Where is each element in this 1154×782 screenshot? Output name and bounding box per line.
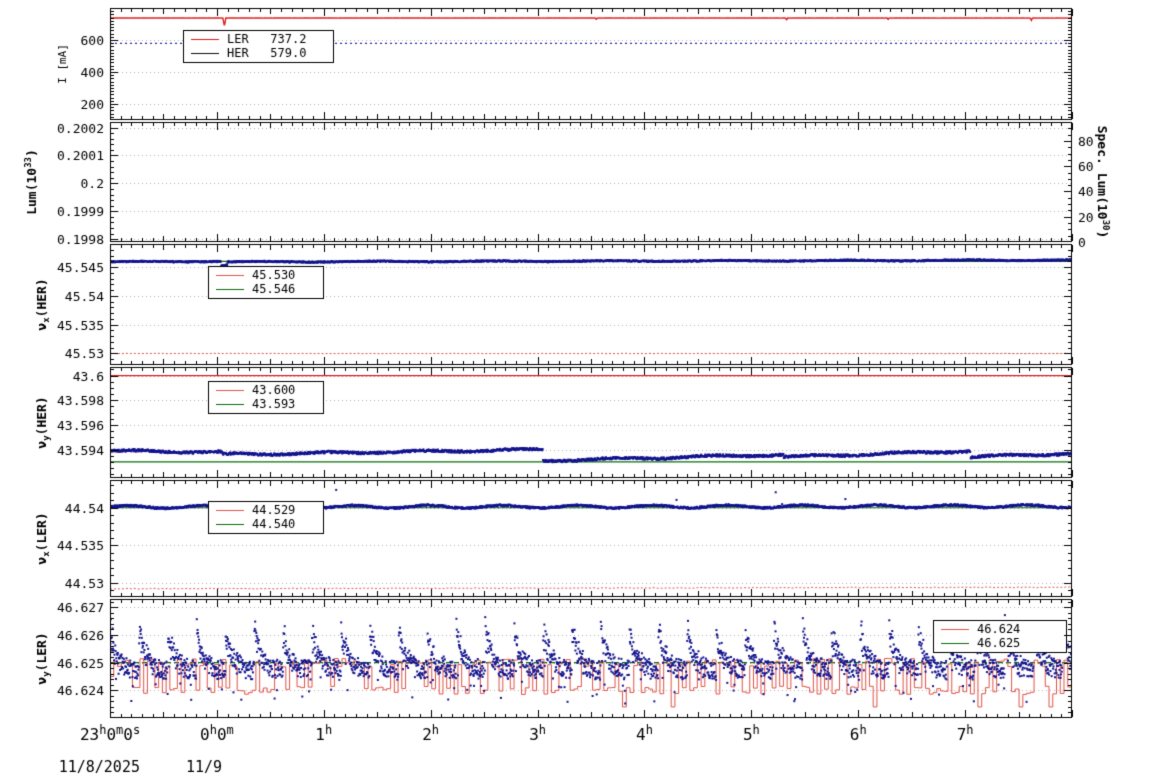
chart-canvas — [0, 0, 1154, 782]
accelerator-tune-history-plot — [0, 0, 1154, 782]
